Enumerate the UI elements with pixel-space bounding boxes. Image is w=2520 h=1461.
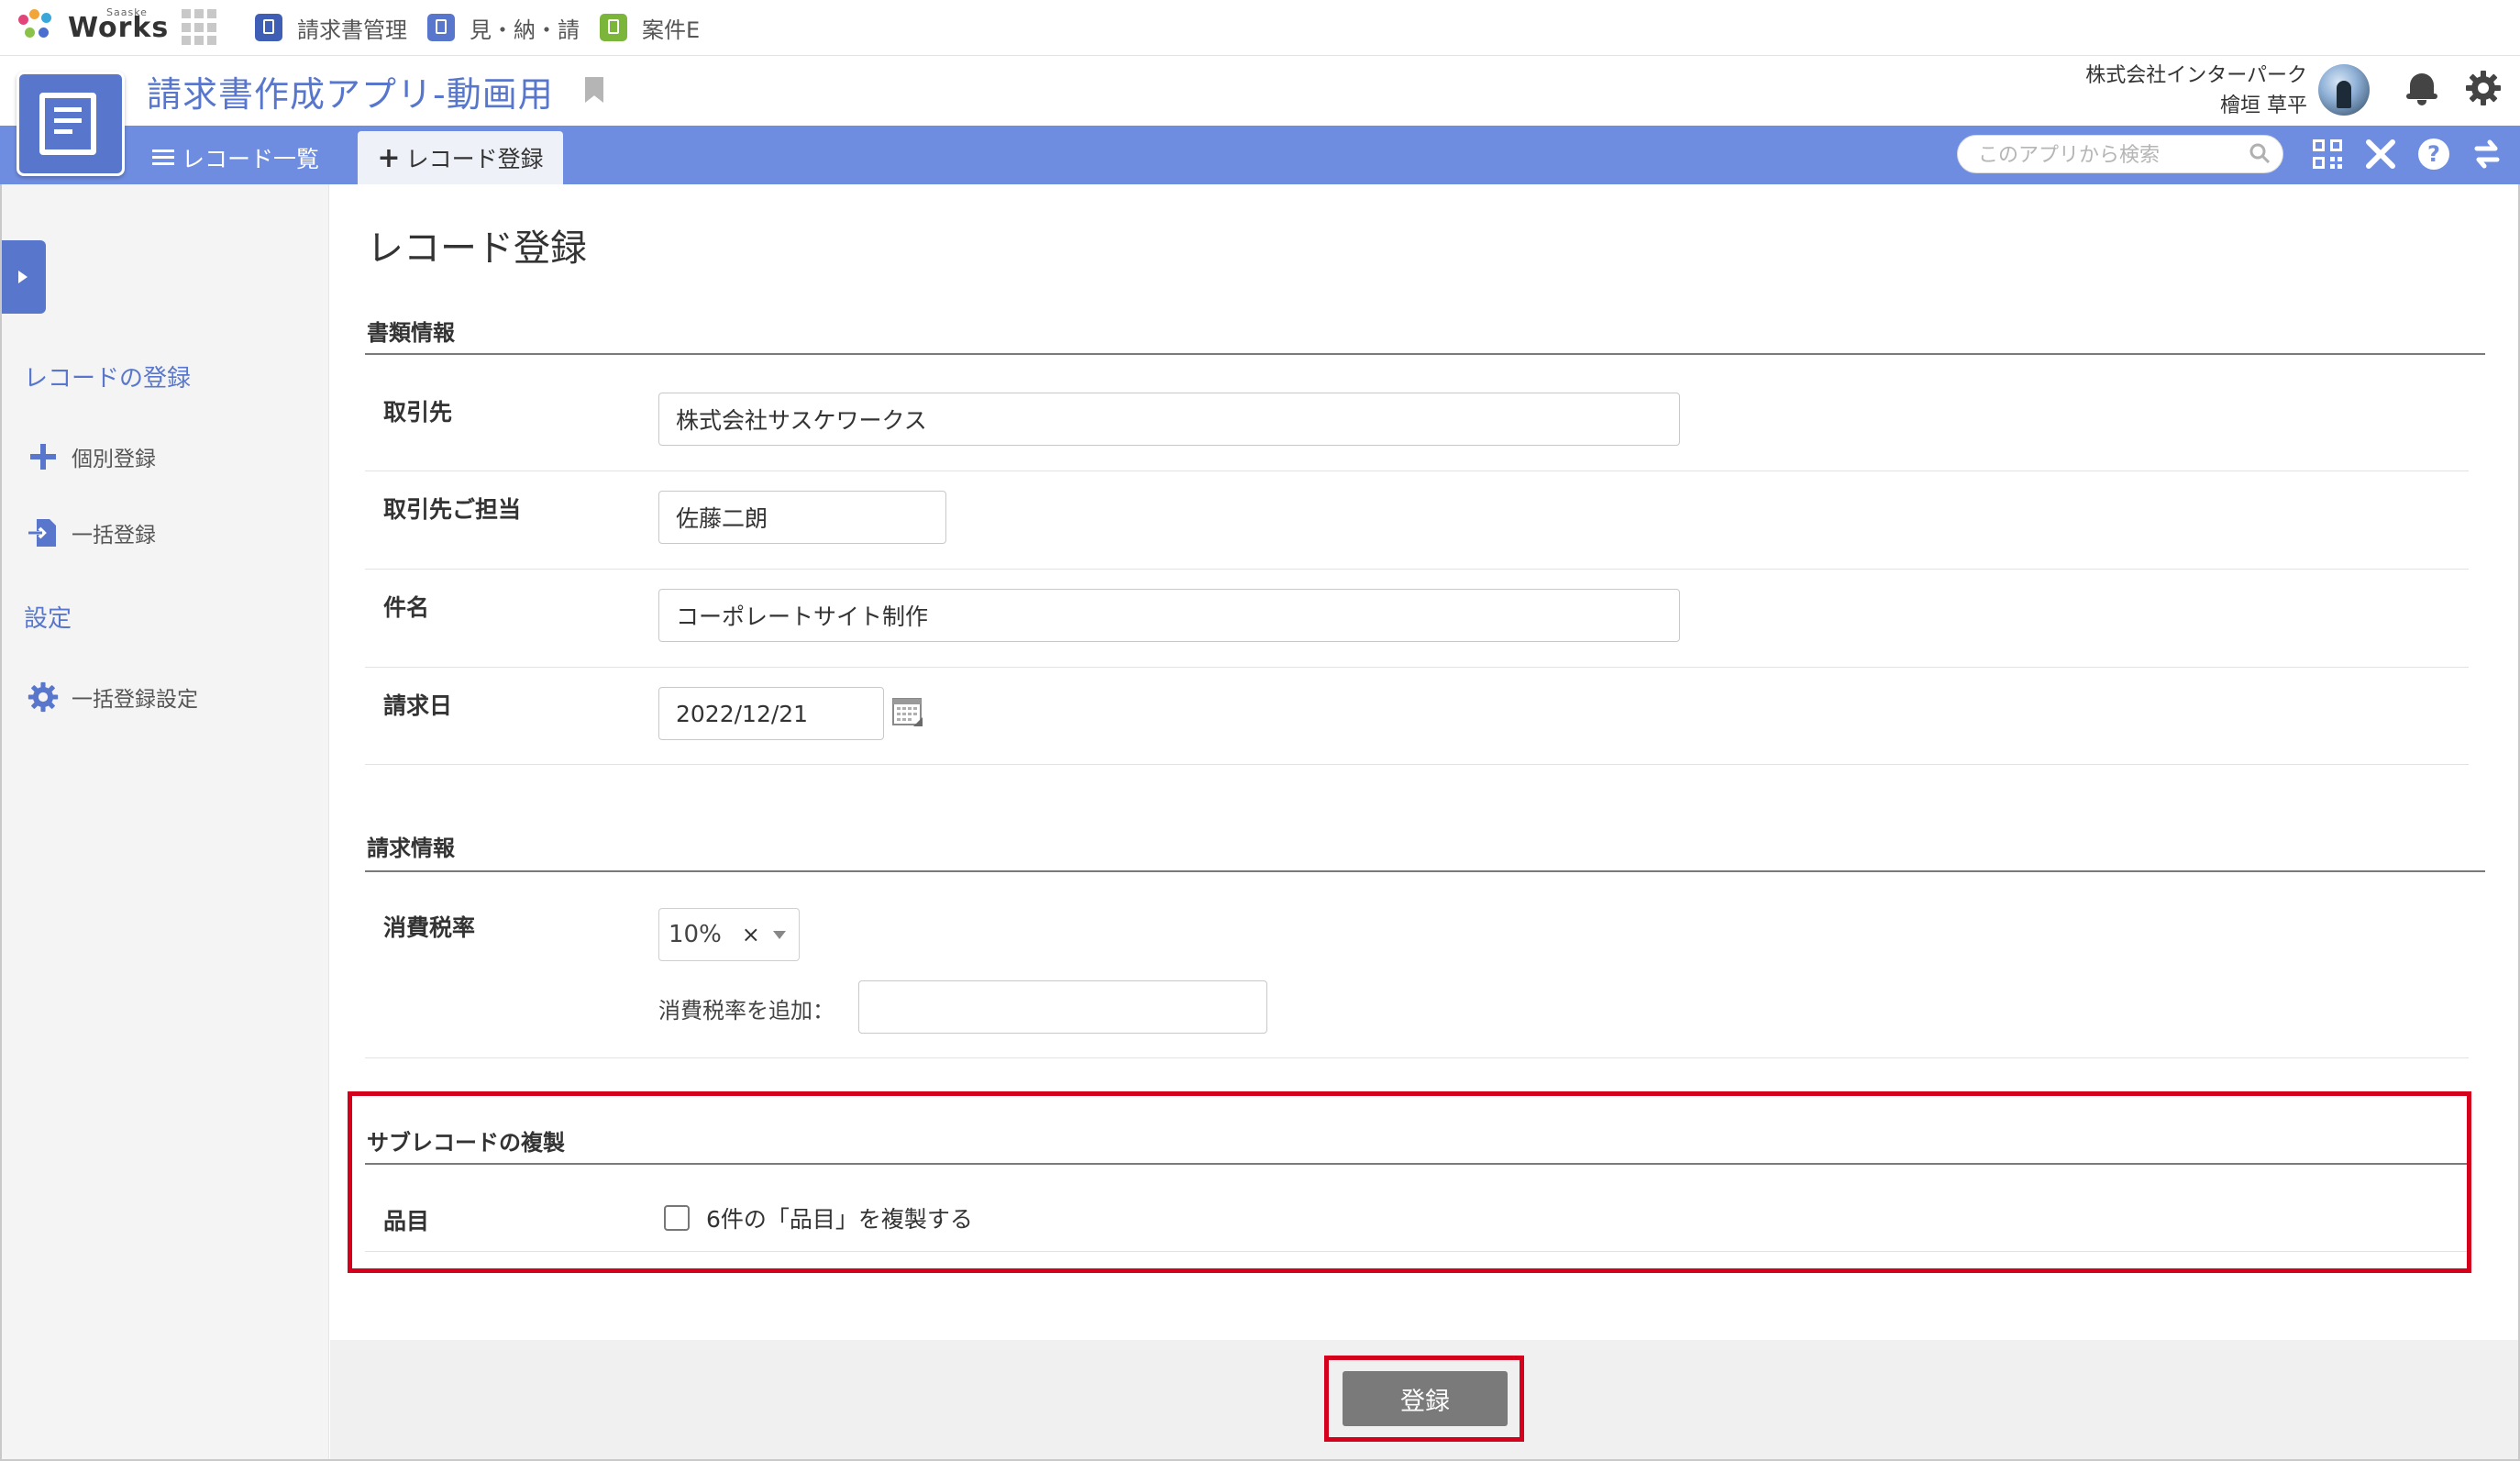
portal-link-project-e[interactable]: 案件E bbox=[600, 12, 700, 44]
logo-mark-icon bbox=[17, 9, 61, 46]
sidebar-item-label: 個別登録 bbox=[72, 448, 156, 471]
sidebar-toggle-button[interactable] bbox=[2, 240, 46, 314]
tab-record-register-label: レコード登録 bbox=[405, 146, 544, 172]
logo-brand-small: Saaske bbox=[106, 6, 148, 18]
app-search[interactable] bbox=[1957, 135, 2283, 173]
tax-rate-value: 10% bbox=[669, 921, 722, 948]
logo-wordmark: Saaske Works bbox=[68, 6, 169, 44]
sidebar-item-label: 一括登録設定 bbox=[72, 688, 198, 712]
portal-bar: Saaske Works 請求書管理 見・納・請 案件E bbox=[0, 0, 2520, 56]
toolbar-icons: ? bbox=[2307, 136, 2520, 172]
chevron-down-icon[interactable] bbox=[772, 930, 786, 939]
section-heading-billing: 請求情報 bbox=[367, 836, 455, 861]
search-input[interactable] bbox=[1976, 139, 2237, 171]
tax-rate-add-label: 消費税率を追加： bbox=[658, 998, 834, 1024]
row-divider bbox=[365, 1057, 2469, 1058]
plus-icon: + bbox=[377, 141, 401, 174]
svg-text:?: ? bbox=[2427, 141, 2440, 167]
sidebar-item-bulk-settings[interactable]: 一括登録設定 bbox=[28, 681, 198, 713]
lock-doc-icon bbox=[255, 14, 282, 41]
tab-record-register[interactable]: + レコード登録 bbox=[358, 131, 563, 184]
app-title: 請求書作成アプリ-動画用 bbox=[147, 74, 554, 115]
row-divider bbox=[365, 470, 2469, 471]
contact-label: 取引先ご担当 bbox=[383, 496, 522, 523]
portal-link-invoice-management[interactable]: 請求書管理 bbox=[255, 12, 407, 44]
calendar-icon[interactable] bbox=[891, 695, 924, 728]
tab-record-list-label: レコード一覧 bbox=[182, 146, 320, 172]
section-divider bbox=[365, 870, 2485, 872]
section-divider bbox=[365, 353, 2485, 355]
client-label: 取引先 bbox=[383, 399, 453, 426]
tools-icon[interactable] bbox=[2360, 136, 2401, 172]
tax-rate-label: 消費税率 bbox=[383, 914, 476, 941]
tax-rate-select[interactable]: 10% × bbox=[658, 908, 800, 961]
user-name: 檜垣 草平 bbox=[2220, 94, 2307, 117]
list-icon bbox=[152, 149, 174, 167]
help-icon[interactable]: ? bbox=[2414, 136, 2454, 172]
invoice-date-label: 請求日 bbox=[383, 692, 453, 719]
gear-icon bbox=[28, 681, 59, 713]
saaske-works-logo[interactable]: Saaske Works bbox=[17, 6, 169, 48]
portal-link-estimate[interactable]: 見・納・請 bbox=[427, 12, 580, 44]
company-name: 株式会社インターパーク bbox=[2085, 64, 2307, 87]
gear-icon[interactable] bbox=[2465, 70, 2502, 106]
highlight-box-register bbox=[1324, 1356, 1524, 1442]
subject-field[interactable] bbox=[658, 589, 1680, 642]
avatar[interactable] bbox=[2318, 64, 2370, 116]
client-field[interactable] bbox=[658, 393, 1680, 446]
import-file-icon bbox=[28, 517, 59, 548]
invoice-date-field[interactable] bbox=[658, 687, 884, 740]
sidebar-heading-settings[interactable]: 設定 bbox=[24, 600, 72, 634]
subject-label: 件名 bbox=[383, 594, 430, 621]
user-info[interactable]: 株式会社インターパーク 檜垣 草平 bbox=[2017, 61, 2307, 121]
portal-link-label: 案件E bbox=[642, 17, 701, 43]
tax-rate-add-field[interactable] bbox=[858, 980, 1267, 1034]
app-icon[interactable] bbox=[17, 72, 125, 176]
document-icon bbox=[39, 93, 96, 155]
app-menu-grid-icon[interactable] bbox=[182, 9, 218, 46]
bell-icon[interactable] bbox=[2406, 70, 2437, 106]
portal-link-label: 見・納・請 bbox=[470, 17, 580, 43]
row-divider bbox=[365, 569, 2469, 570]
clear-icon[interactable]: × bbox=[742, 922, 760, 947]
row-divider bbox=[365, 764, 2469, 765]
sync-icon[interactable] bbox=[2467, 136, 2507, 172]
document-icon bbox=[427, 14, 455, 41]
contact-field[interactable] bbox=[658, 491, 946, 544]
sidebar-item-bulk-register[interactable]: 一括登録 bbox=[28, 517, 156, 548]
portal-link-label: 請求書管理 bbox=[297, 17, 407, 43]
tab-record-list[interactable]: レコード一覧 bbox=[152, 131, 319, 184]
page-title: レコード登録 bbox=[367, 227, 587, 270]
document-icon bbox=[600, 14, 627, 41]
portal-app-links: 請求書管理 見・納・請 案件E bbox=[255, 9, 720, 46]
highlight-box-subrecord bbox=[348, 1091, 2471, 1273]
sidebar-item-single-register[interactable]: 個別登録 bbox=[28, 441, 156, 472]
qr-code-icon[interactable] bbox=[2307, 136, 2348, 172]
search-icon[interactable] bbox=[2249, 143, 2270, 163]
row-divider bbox=[365, 667, 2469, 668]
sidebar-heading-register[interactable]: レコードの登録 bbox=[24, 360, 191, 393]
plus-icon bbox=[28, 441, 59, 472]
section-heading-document: 書類情報 bbox=[367, 320, 455, 346]
sidebar-item-label: 一括登録 bbox=[72, 524, 156, 548]
